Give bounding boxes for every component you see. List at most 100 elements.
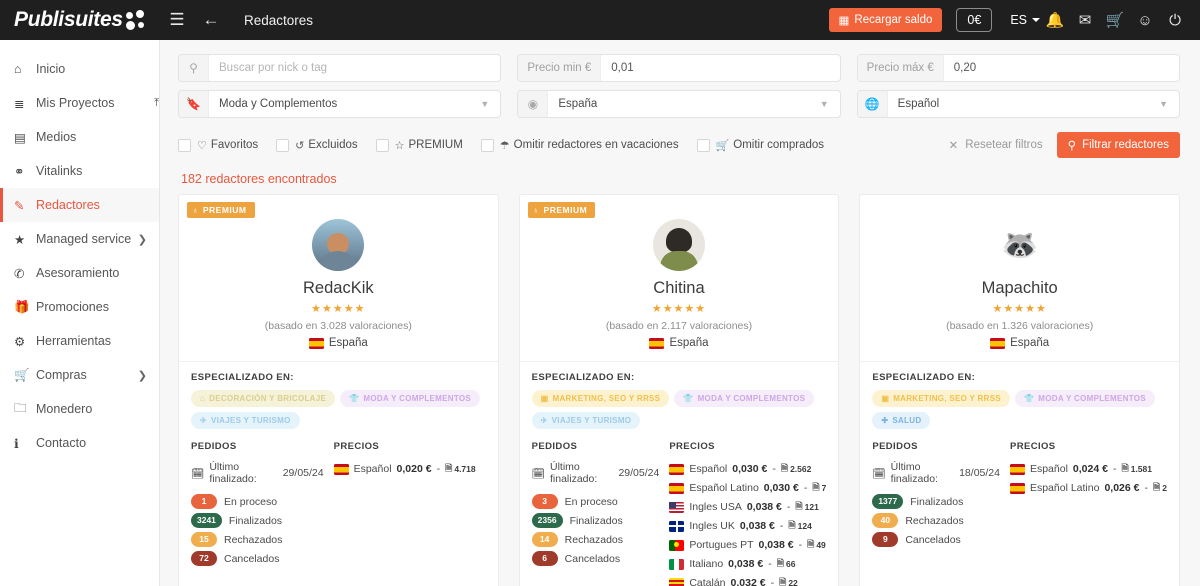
recargar-saldo-button[interactable]: ▦ Recargar saldo <box>828 8 943 32</box>
category-tag[interactable]: ✈ VIAJES Y TURISMO <box>191 412 300 429</box>
envelope-icon[interactable]: ✉ <box>1070 11 1100 29</box>
power-icon[interactable]: ⏻ <box>1160 12 1190 29</box>
order-stat-count: 2356 <box>531 513 563 529</box>
category-tag[interactable]: ✈ VIAJES Y TURISMO <box>531 412 641 429</box>
search-field[interactable]: ⚲ <box>178 54 502 82</box>
sidebar-item-vitalinks[interactable]: ⚭ Vitalinks <box>0 154 159 188</box>
country-label: España <box>669 337 709 349</box>
redactor-name[interactable]: RedacKik <box>189 279 488 298</box>
precio-min-input[interactable] <box>601 55 840 81</box>
category-tag[interactable]: 👕 MODA Y COMPLEMENTOS <box>674 390 815 407</box>
brand-text: Publisuites <box>14 8 123 31</box>
category-tag[interactable]: 👕 MODA Y COMPLEMENTOS <box>340 390 481 407</box>
category-tag-label: MODA Y COMPLEMENTOS <box>363 394 472 403</box>
price-value: 0,026 € <box>1104 482 1140 494</box>
price-language: Italiano <box>689 558 724 570</box>
card-columns: PEDIDOS 🗓 Último finalizado: 29/05/24 3 En p… <box>531 441 826 586</box>
cart-icon[interactable]: 🛒 <box>1100 11 1130 29</box>
filtrar-redactores-button[interactable]: ⚲ Filtrar redactores <box>1056 132 1180 158</box>
filter-checkbox-row: ♡ Favoritos ↺ Excluidos ☆ PREMIUM ☂ Omitir reda… <box>178 132 1180 158</box>
category-tag[interactable]: ▣ MARKETING, SEO Y RRSS <box>872 390 1010 407</box>
order-stat-count: 15 <box>191 532 217 548</box>
checkbox-box[interactable] <box>375 138 389 152</box>
sidebar-item-label: Medios <box>36 130 77 144</box>
sidebar-item-managed-service[interactable]: ★ Managed service ❯ <box>0 222 159 256</box>
sidebar-item-promociones[interactable]: 🎁 Promociones <box>0 290 159 324</box>
bell-icon[interactable]: 🔔 <box>1040 11 1070 29</box>
category-tag[interactable]: ✚ SALUD <box>872 412 931 429</box>
checkbox-box[interactable] <box>696 138 710 152</box>
redactor-card[interactable]: ♁ PREMIUM RedacKik ★★★★★ (basado en 3.028 va… <box>178 194 499 586</box>
card-header: RedacKik ★★★★★ (basado en 3.028 valoracion… <box>179 195 498 362</box>
category-tag-label: DECORACIÓN Y BRICOLAJE <box>209 394 327 403</box>
document-icon: 🗎 <box>1153 482 1161 492</box>
category-tag[interactable]: 👕 MODA Y COMPLEMENTOS <box>1015 390 1155 407</box>
rating-stars: ★★★★★ <box>311 303 366 315</box>
checkbox-omitir-comprados[interactable]: 🛒 Omitir comprados <box>696 138 824 152</box>
brand-dots-icon <box>125 10 148 30</box>
flag-icon <box>669 577 685 586</box>
flag-icon <box>1009 463 1025 475</box>
saldo-badge[interactable]: 0€ <box>956 8 993 32</box>
idioma-select[interactable]: 🌐 Español ▼ <box>856 90 1180 118</box>
arrow-left-icon[interactable]: ← <box>194 10 228 30</box>
checkbox-omitir-redactores-en-vacaciones[interactable]: ☂ Omitir redactores en vacaciones <box>480 138 679 152</box>
checkbox-label: Favoritos <box>210 139 259 151</box>
categoria-select[interactable]: 🔖 Moda y Complementos ▼ <box>178 90 502 118</box>
redactor-name[interactable]: Chitina <box>530 279 829 298</box>
hamburger-icon[interactable]: ☰ <box>160 10 194 30</box>
search-input[interactable] <box>209 55 501 81</box>
upload-icon[interactable]: ⤒ <box>154 97 159 110</box>
sidebar-item-inicio[interactable]: ⌂ Inicio <box>0 52 159 86</box>
checkbox-favoritos[interactable]: ♡ Favoritos <box>178 138 259 152</box>
pais-select[interactable]: ◉ España ▼ <box>517 90 841 118</box>
user-icon[interactable]: ☺ <box>1130 12 1160 29</box>
flag-icon <box>308 337 324 349</box>
redactor-card[interactable]: ♁ PREMIUM Chitina ★★★★★ (basado en 2.117 val… <box>518 194 840 586</box>
precio-max-input[interactable] <box>943 55 1179 81</box>
sidebar-item-medios[interactable]: ▤ Medios <box>0 120 159 154</box>
sidebar: ⌂ Inicio ≣ Mis Proyectos ⤒ ▤ Medios ⚭ Vitalinks ✎… <box>0 40 160 586</box>
order-stat-row: 1 En proceso <box>191 494 324 510</box>
sidebar-item-herramientas[interactable]: ⚙ Herramientas <box>0 324 159 358</box>
order-stat-label: En proceso <box>564 495 618 508</box>
precio-max-field[interactable]: Precio máx € <box>856 54 1180 82</box>
sidebar-item-contacto[interactable]: ℹ Contacto <box>0 426 159 460</box>
reset-filters-button[interactable]: ✕ Resetear filtros <box>949 138 1043 152</box>
sidebar-item-monedero[interactable]: 🗀 Monedero <box>0 392 159 426</box>
rating-stars: ★★★★★ <box>992 303 1047 315</box>
redactor-card[interactable]: 🦝 Mapachito ★★★★★ (basado en 1.326 valoraci… <box>859 194 1180 586</box>
flag-icon <box>990 337 1006 349</box>
precio-min-field[interactable]: Precio min € <box>517 54 841 82</box>
category-tag[interactable]: ▣ MARKETING, SEO Y RRSS <box>531 390 670 407</box>
category-tag[interactable]: ⌂ DECORACIÓN Y BRICOLAJE <box>191 390 336 407</box>
redactor-name[interactable]: Mapachito <box>870 279 1169 298</box>
flag-icon <box>649 337 665 349</box>
precios-title: PRECIOS <box>669 441 715 452</box>
last-finished-row: 🗓 Último finalizado: 18/05/24 <box>872 461 1000 485</box>
language-selector[interactable]: ES <box>1010 13 1040 27</box>
order-stat-label: Finalizados <box>228 514 283 527</box>
checkbox-box[interactable] <box>276 138 290 152</box>
rating-count: (basado en 3.028 valoraciones) <box>264 320 412 332</box>
sidebar-item-asesoramiento[interactable]: ✆ Asesoramiento <box>0 256 159 290</box>
sidebar-item-redactores[interactable]: ✎ Redactores <box>0 188 159 222</box>
price-row: Español Latino 0,030 € - 🗎 7 <box>669 480 826 496</box>
last-finished-label: Último finalizado: <box>890 461 938 485</box>
pencil-icon: ✎ <box>14 198 25 213</box>
location-pin-icon: ◉ <box>518 91 549 117</box>
checkbox-box[interactable] <box>178 138 191 152</box>
cart-icon: 🛒 <box>14 367 30 382</box>
checkbox-excluidos[interactable]: ↺ Excluidos <box>276 138 358 152</box>
checkbox-box[interactable] <box>480 138 494 152</box>
sidebar-item-mis-proyectos[interactable]: ≣ Mis Proyectos ⤒ <box>0 86 159 120</box>
brand-logo[interactable]: Publisuites <box>0 0 160 40</box>
premium-label: PREMIUM <box>543 205 588 215</box>
sidebar-item-label: Vitalinks <box>36 164 83 178</box>
heart-icon: ♡ <box>197 139 207 152</box>
tag-list: ▣ MARKETING, SEO Y RRSS 👕 MODA Y COMPLEMENT… <box>531 390 827 429</box>
home-icon: ⌂ <box>14 62 22 76</box>
checkbox-premium[interactable]: ☆ PREMIUM <box>375 138 463 152</box>
price-article-count: 🗎 49 <box>807 537 826 553</box>
sidebar-item-compras[interactable]: 🛒 Compras ❯ <box>0 358 159 392</box>
